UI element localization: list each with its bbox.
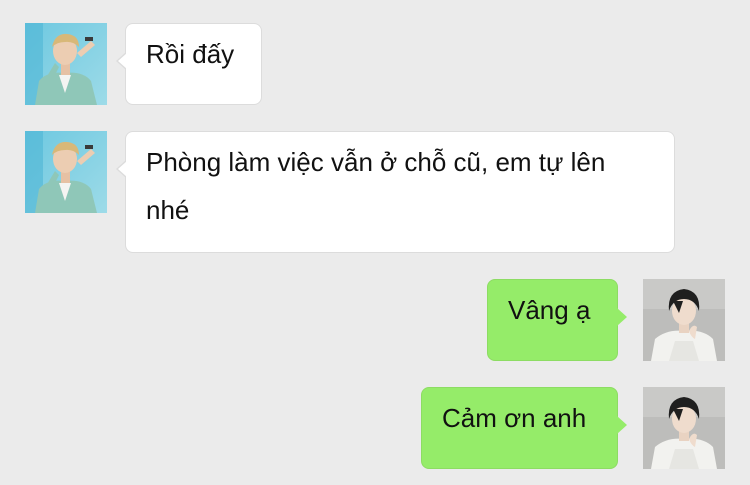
- contact-avatar-image: [25, 131, 107, 213]
- message-text: Vâng ạ: [508, 295, 591, 325]
- contact-avatar[interactable]: [25, 23, 107, 105]
- message-row-incoming: Phòng làm việc vẫn ở chỗ cũ, em tự lên n…: [0, 131, 750, 253]
- user-avatar-image: [643, 387, 725, 469]
- message-row-outgoing: Cảm ơn anh: [0, 387, 750, 469]
- message-text: Phòng làm việc vẫn ở chỗ cũ, em tự lên n…: [146, 147, 606, 225]
- message-bubble-incoming[interactable]: Phòng làm việc vẫn ở chỗ cũ, em tự lên n…: [116, 131, 675, 253]
- message-text: Cảm ơn anh: [442, 403, 587, 433]
- user-avatar-image: [643, 279, 725, 361]
- message-row-outgoing: Vâng ạ: [0, 279, 750, 361]
- chat-message-list[interactable]: Rồi đấy Phòng làm việc vẫn ở chỗ cũ, em …: [0, 0, 750, 485]
- message-bubble-outgoing[interactable]: Vâng ạ: [487, 279, 627, 361]
- contact-avatar-image: [25, 23, 107, 105]
- message-row-incoming: Rồi đấy: [0, 23, 750, 105]
- contact-avatar[interactable]: [25, 131, 107, 213]
- message-bubble-incoming[interactable]: Rồi đấy: [116, 23, 262, 105]
- message-text: Rồi đấy: [146, 39, 235, 69]
- message-bubble-outgoing[interactable]: Cảm ơn anh: [421, 387, 627, 469]
- user-avatar[interactable]: [643, 279, 725, 361]
- user-avatar[interactable]: [643, 387, 725, 469]
